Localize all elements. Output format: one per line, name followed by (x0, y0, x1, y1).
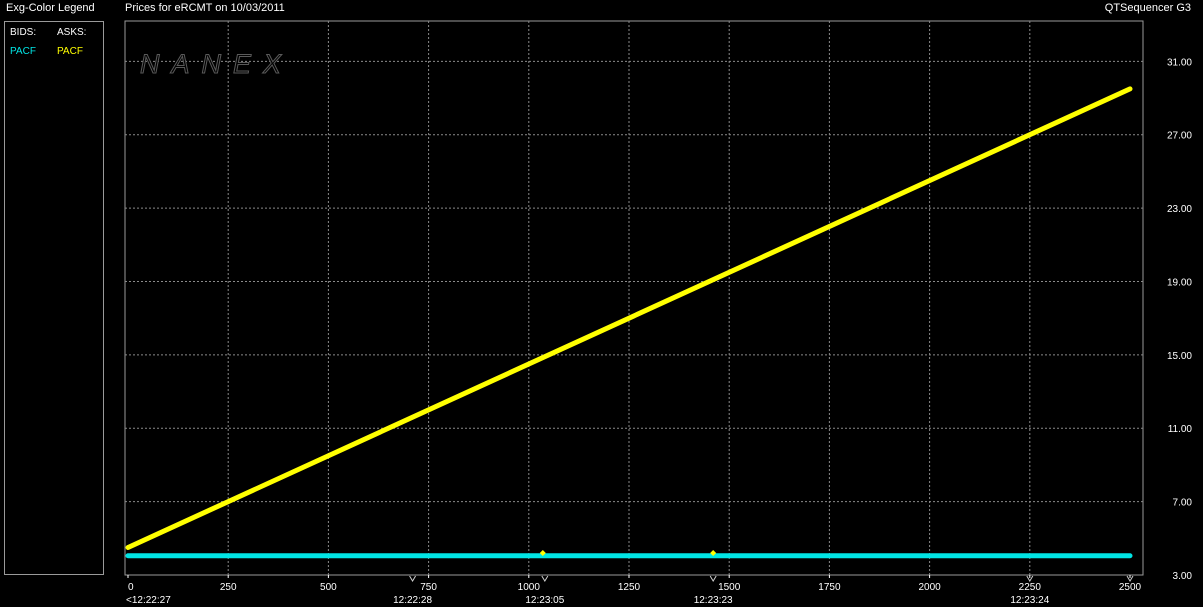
x-tick-label: 2000 (918, 582, 941, 593)
x-tick-label: 500 (320, 582, 337, 593)
plot-frame (124, 20, 1144, 576)
x-tick-label: 2500 (1119, 582, 1142, 593)
y-tick-label: 27.00 (1167, 131, 1192, 142)
y-tick-label: 11.00 (1168, 424, 1193, 435)
y-tick-label: 7.00 (1173, 498, 1193, 509)
x-axis: 0 250 500 750 1000 1250 1500 1750 2000 2250 2500 (127, 575, 1142, 593)
time-marker (709, 575, 717, 582)
y-tick-label: 15.00 (1167, 351, 1192, 362)
time-label: 12:22:28 (393, 595, 432, 606)
y-tick-label: 23.00 (1167, 204, 1192, 215)
x-tick-label: 0 (128, 582, 134, 593)
nanex-watermark: NANEX (140, 49, 293, 79)
y-tick-label: 31.00 (1167, 57, 1192, 68)
x-tick-label: 1000 (518, 582, 541, 593)
time-label: 12:23:05 (525, 595, 564, 606)
x-tick-label: 2250 (1019, 582, 1042, 593)
time-label: 12:23:23 (694, 595, 733, 606)
y-tick-label: 19.00 (1167, 277, 1192, 288)
time-marker (541, 575, 549, 582)
x-tick-label: 1750 (818, 582, 841, 593)
time-marker (409, 575, 416, 582)
x-tick-label: 750 (420, 582, 437, 593)
x-tick-label: 250 (220, 582, 237, 593)
time-label: 12:23:24 (1010, 595, 1049, 606)
y-axis: 3.00 7.00 11.00 15.00 19.00 23.00 27.00 31.00 (1167, 57, 1192, 582)
x-tick-label: 1250 (618, 582, 641, 593)
price-chart: NANEX 0 250 500 750 1000 1250 1500 1750 2000 2250… (124, 20, 1192, 606)
time-label: <12:22:27 (126, 595, 171, 606)
x-tick-label: 1500 (718, 582, 741, 593)
y-tick-label: 3.00 (1173, 571, 1193, 582)
